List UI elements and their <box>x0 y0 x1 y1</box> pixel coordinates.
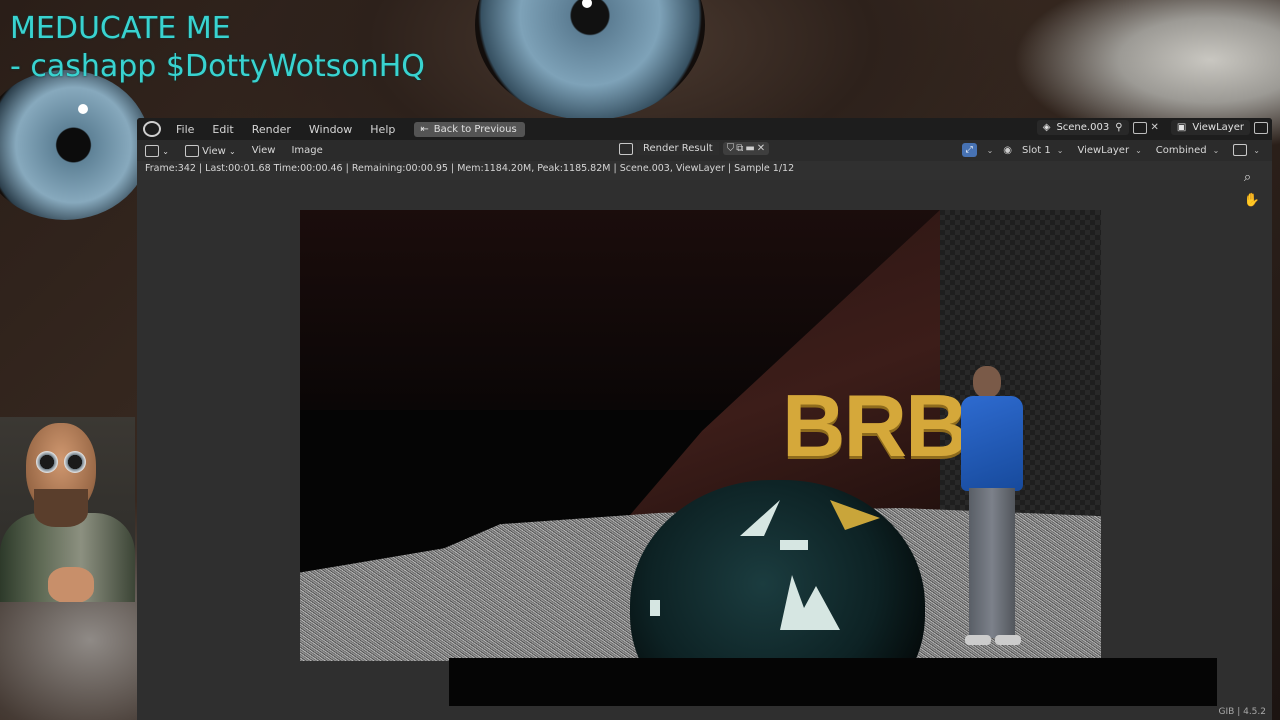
image-icon <box>184 144 199 157</box>
back-to-previous-button[interactable]: ⇤ Back to Previous <box>414 121 525 137</box>
webcam-beard <box>34 489 88 527</box>
back-to-previous-label: Back to Previous <box>433 123 517 135</box>
webcam-overlay <box>0 417 135 602</box>
sample-tool-icon[interactable]: ⤢ <box>961 143 977 157</box>
orb-shard <box>780 540 808 550</box>
view-layer-name: ViewLayer <box>1192 122 1244 133</box>
render-result-image: BRB <box>300 210 1101 661</box>
webcam-hand <box>48 567 94 602</box>
back-icon: ⇤ <box>420 123 429 135</box>
render-result-selector: Render Result ⛉ ⧉ ▬ ✕ <box>619 142 770 155</box>
top-menu-bar: File Edit Render Window Help ⇤ Back to P… <box>137 118 1272 140</box>
unlink-image-icon[interactable]: ✕ <box>757 143 765 154</box>
render-status-text: Frame:342 | Last:00:01.68 Time:00:00.46 … <box>145 163 795 174</box>
display-channels-dropdown[interactable]: ⌄ <box>1229 144 1264 156</box>
view-layer-icon: ▣ <box>1176 122 1187 133</box>
fake-user-shield-icon[interactable]: ⛉ <box>727 143 735 154</box>
slot-label: Slot 1 <box>1022 144 1051 156</box>
webcam-eye <box>64 451 86 473</box>
image-header-right-controls: ⤢ ⌄ ◉ Slot 1 ⌄ ViewLayer ⌄ Combined ⌄ ⌄ <box>961 143 1264 157</box>
person-jacket <box>961 396 1023 491</box>
image-editor-header: ⌄ View ⌄ View Image Render Result ⛉ ⧉ ▬ … <box>137 140 1272 161</box>
orb-shard <box>650 600 660 616</box>
pass-label: Combined <box>1155 144 1207 156</box>
zoom-icon[interactable]: ⌕ <box>1244 170 1260 185</box>
overlay-title: MEDUCATE ME <box>10 11 231 46</box>
open-folder-icon[interactable]: ▬ <box>745 143 754 154</box>
eye-glint <box>78 104 88 114</box>
duplicate-image-icon[interactable]: ⧉ <box>736 143 743 154</box>
view-layer-dropdown[interactable]: ViewLayer ⌄ <box>1073 145 1145 156</box>
person-cutout <box>955 360 1045 655</box>
person-shoe <box>965 635 991 645</box>
menu-window[interactable]: Window <box>300 123 361 136</box>
slot-dropdown[interactable]: Slot 1 ⌄ <box>1018 145 1067 156</box>
new-view-layer-icon[interactable] <box>1254 121 1268 134</box>
overlay-cashapp: - cashapp $DottyWotsonHQ <box>10 49 425 84</box>
image-browse-icon[interactable] <box>619 142 633 155</box>
menu-image[interactable]: Image <box>283 145 330 156</box>
pan-hand-icon[interactable]: ✋ <box>1244 193 1260 208</box>
view-mode-dropdown[interactable]: View ⌄ <box>177 144 244 157</box>
scene-selector-area: ◈ Scene.003 ⚲ ✕ ▣ ViewLayer <box>1036 120 1268 135</box>
brb-3d-text: BRB <box>782 376 969 475</box>
person-head <box>973 366 1001 398</box>
menu-file[interactable]: File <box>167 123 203 136</box>
scene-icon: ◈ <box>1042 122 1051 133</box>
scene-name: Scene.003 <box>1056 122 1110 133</box>
tool-options-dropdown[interactable]: ⌄ <box>983 146 998 155</box>
black-overlay-strip <box>449 658 1217 706</box>
viewport-nav-gizmo: ⌕ ✋ <box>1244 170 1260 208</box>
scene-selector[interactable]: ◈ Scene.003 ⚲ <box>1036 120 1129 135</box>
view-mode-label: View <box>202 145 226 157</box>
person-jeans <box>969 488 1015 638</box>
header-view-layer-label: ViewLayer <box>1077 144 1130 156</box>
menu-edit[interactable]: Edit <box>203 123 242 136</box>
close-scene-icon[interactable]: ✕ <box>1151 122 1159 133</box>
webcam-eye <box>36 451 58 473</box>
menu-view[interactable]: View <box>244 145 284 156</box>
pin-icon[interactable]: ⚲ <box>1115 122 1122 133</box>
image-datablock-buttons: ⛉ ⧉ ▬ ✕ <box>722 142 770 155</box>
image-editor-icon <box>145 144 159 157</box>
render-result-label[interactable]: Render Result <box>637 142 719 155</box>
orb-shard <box>740 500 780 536</box>
view-layer-selector[interactable]: ▣ ViewLayer <box>1170 120 1250 135</box>
menu-help[interactable]: Help <box>361 123 404 136</box>
stream-overlay-text: MEDUCATE ME - cashapp $DottyWotsonHQ <box>10 10 425 86</box>
blender-window: File Edit Render Window Help ⇤ Back to P… <box>137 118 1272 720</box>
display-channels-icon <box>1233 144 1248 156</box>
pass-dropdown[interactable]: Combined ⌄ <box>1152 145 1224 156</box>
blender-logo-icon[interactable] <box>143 121 161 137</box>
person-shoe <box>995 635 1021 645</box>
orb-shard <box>780 575 840 630</box>
new-scene-icon[interactable] <box>1132 121 1147 134</box>
cat-eye-left <box>0 70 150 220</box>
cat-eye-right <box>475 0 705 120</box>
render-icon[interactable]: ◉ <box>1003 145 1012 156</box>
blender-version: GIB | 4.5.2 <box>1218 707 1266 717</box>
menu-render[interactable]: Render <box>243 123 300 136</box>
editor-type-dropdown[interactable]: ⌄ <box>137 144 177 157</box>
